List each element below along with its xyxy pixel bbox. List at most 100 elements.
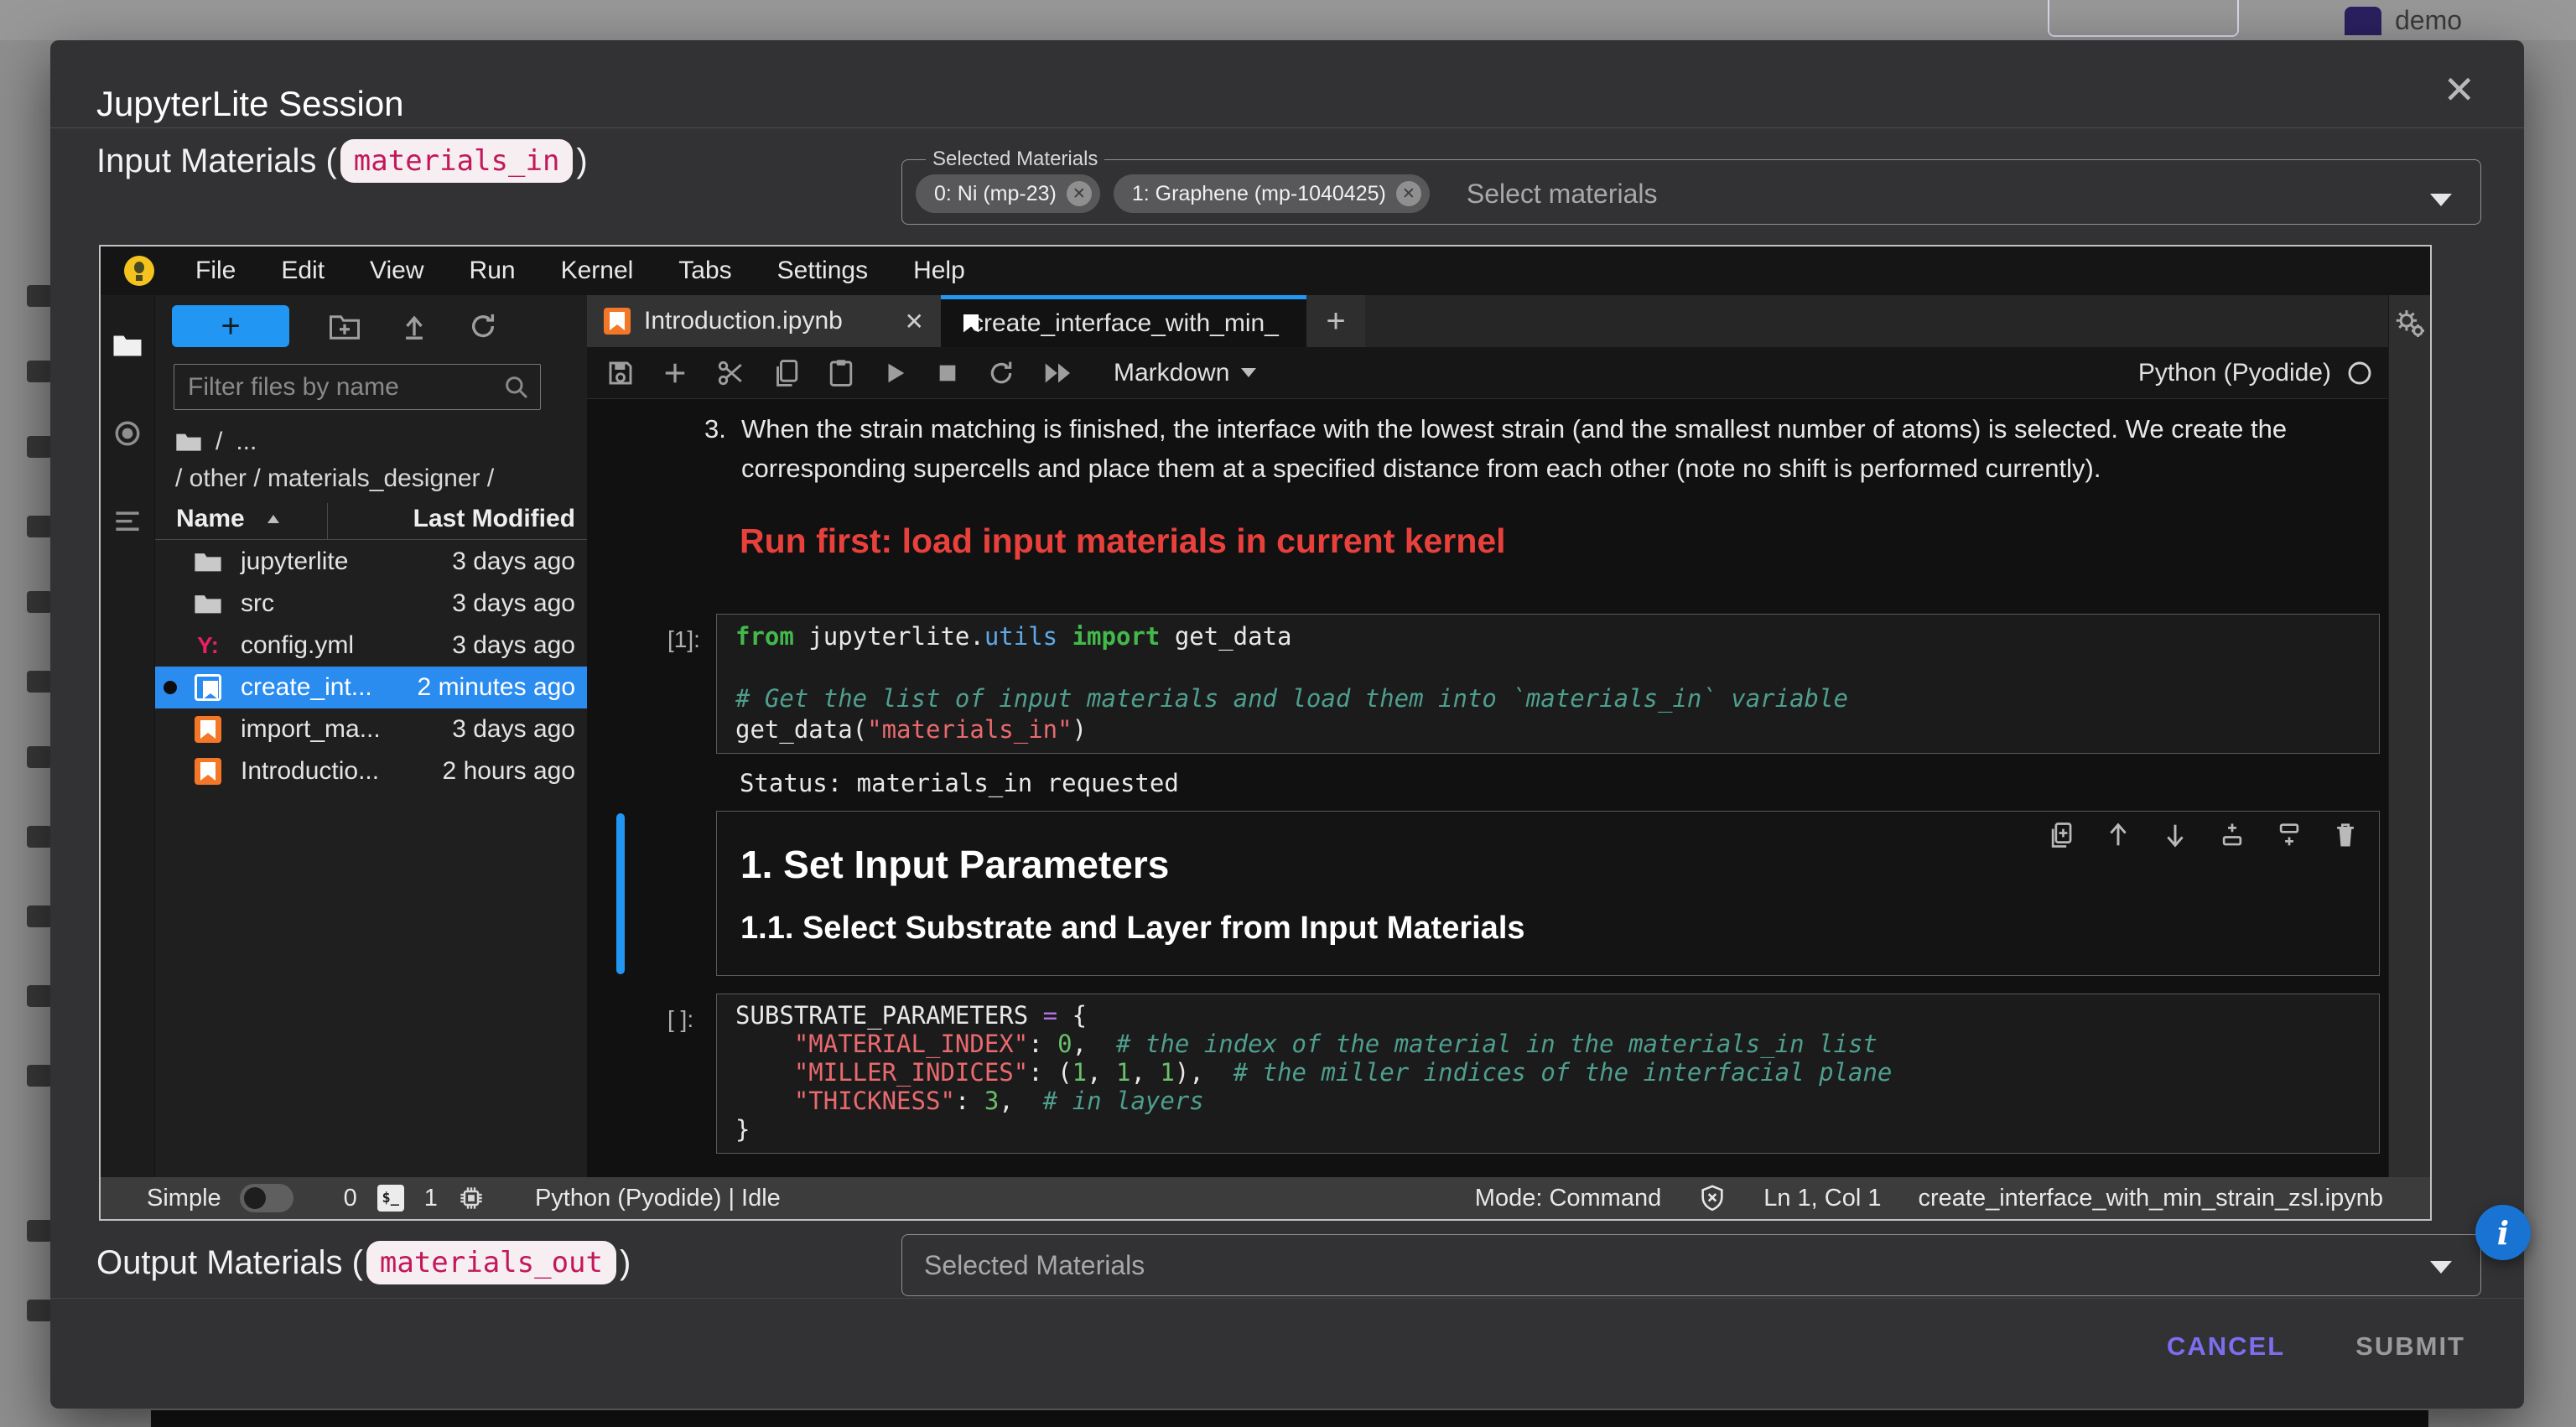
filter-files-input[interactable] [174,365,540,409]
file-name: config.yml [241,631,354,660]
menu-tabs[interactable]: Tabs [656,246,754,295]
kernels-count[interactable]: 1 [424,1185,438,1212]
file-list-header: Name Last Modified [155,503,587,540]
code-token: : [955,1087,984,1115]
file-modified: 2 hours ago [443,757,575,786]
interrupt-kernel-icon[interactable] [936,361,959,385]
yaml-file-icon: Y: [194,632,222,659]
background-sidebar-icon [27,1300,52,1321]
run-cell-icon[interactable] [882,361,907,386]
save-icon[interactable] [607,360,634,387]
chevron-down-icon[interactable] [2430,194,2452,206]
restart-kernel-icon[interactable] [988,360,1015,387]
markdown-list-item[interactable]: 3. When the strain matching is finished,… [704,409,2314,488]
duplicate-cell-icon[interactable] [2049,822,2074,848]
new-launcher-button[interactable]: + [172,305,289,347]
refresh-icon[interactable] [469,312,497,340]
kernel-status-text[interactable]: Python (Pyodide) | Idle [535,1185,781,1212]
home-folder-icon[interactable] [175,431,202,453]
file-row-introduction[interactable]: Introductio... 2 hours ago [155,750,587,792]
breadcrumb-current-path[interactable]: / other / materials_designer / [175,464,494,493]
file-row-create-interface-selected[interactable]: create_int... 2 minutes ago [155,667,587,708]
menu-help[interactable]: Help [891,246,988,295]
breadcrumb-root[interactable]: / [216,428,222,456]
background-sidebar-icon [27,285,52,307]
insert-cell-above-icon[interactable] [2220,822,2245,848]
code-token: : ( [1028,1058,1072,1087]
section-heading-1: 1. Set Input Parameters [740,842,1169,887]
menu-edit[interactable]: Edit [258,246,347,295]
cell1-output: Status: materials_in requested [740,769,1179,797]
table-of-contents-tab-icon[interactable] [101,493,154,552]
file-row-import-material[interactable]: import_ma... 3 days ago [155,708,587,750]
tab-introduction[interactable]: Introduction.ipynb ✕ [587,295,941,347]
menu-view[interactable]: View [347,246,446,295]
running-kernels-tab-icon[interactable] [101,404,154,463]
menu-file[interactable]: File [173,246,258,295]
markdown-cell-selected[interactable]: 1. Set Input Parameters 1.1. Select Subs… [716,811,2380,976]
menu-settings[interactable]: Settings [755,246,891,295]
upload-icon[interactable] [400,312,428,340]
submit-button[interactable]: SUBMIT [2355,1331,2465,1362]
file-row-config-yml[interactable]: Y: config.yml 3 days ago [155,625,587,667]
chevron-down-icon [1241,368,1256,377]
column-name[interactable]: Name [176,505,280,533]
paste-cells-icon[interactable] [828,359,854,387]
cell-type-dropdown[interactable]: Markdown [1114,359,1256,387]
delete-cell-icon[interactable] [2334,822,2357,848]
file-name: src [241,589,274,618]
code-token: : [1028,1030,1057,1058]
background-sidebar-icon [27,1065,52,1087]
output-dropdown-placeholder: Selected Materials [924,1250,1145,1281]
code-cell-2[interactable]: SUBSTRATE_PARAMETERS = { "MATERIAL_INDEX… [716,994,2380,1154]
simple-mode-label: Simple [147,1185,221,1212]
info-button[interactable]: i [2475,1205,2531,1260]
document-tabbar: Introduction.ipynb ✕ create_interface_wi… [587,295,2388,347]
background-sidebar-icon [27,826,52,848]
breadcrumb-ellipsis[interactable]: ... [236,428,257,456]
jupyterlab-menubar: File Edit View Run Kernel Tabs Settings … [101,246,2430,295]
move-cell-down-icon[interactable] [2163,822,2188,848]
chip-remove-icon[interactable]: ✕ [1067,181,1092,206]
file-row-jupyterlite[interactable]: jupyterlite 3 days ago [155,541,587,583]
code-token: get_data( [735,715,867,744]
move-cell-up-icon[interactable] [2106,822,2131,848]
kernel-indicator[interactable]: Python (Pyodide) [2138,359,2388,387]
output-materials-dropdown[interactable]: Selected Materials [901,1234,2481,1296]
restart-run-all-icon[interactable] [1043,361,1073,385]
code-cell-1[interactable]: from jupyterlite.utils import get_data #… [716,614,2380,754]
column-modified[interactable]: Last Modified [413,505,575,533]
cursor-position-indicator[interactable]: Ln 1, Col 1 [1763,1185,1881,1212]
cut-cells-icon[interactable] [716,359,745,387]
file-row-src[interactable]: src 3 days ago [155,583,587,625]
gear-icon[interactable] [2394,307,2426,339]
background-footer-strip [151,1410,2428,1427]
code-token: ) [1072,715,1087,744]
code-operator: = [1043,1001,1057,1030]
insert-cell-below-icon[interactable] [2277,822,2302,848]
chip-remove-icon[interactable]: ✕ [1396,181,1421,206]
close-icon[interactable]: ✕ [2443,70,2475,109]
material-chip[interactable]: 0: Ni (mp-23) ✕ [916,174,1100,213]
code-token: import [1057,622,1160,651]
insert-cell-icon[interactable] [662,361,688,386]
cancel-button[interactable]: CANCEL [2167,1331,2285,1362]
simple-mode-toggle[interactable] [240,1184,293,1212]
kernel-chip-icon [458,1185,485,1212]
new-folder-icon[interactable] [330,313,360,340]
cell-type-value: Markdown [1114,359,1229,387]
selected-materials-field[interactable]: Selected Materials 0: Ni (mp-23) ✕ 1: Gr… [901,148,2481,225]
terminals-count[interactable]: 0 [344,1185,357,1212]
run-first-heading[interactable]: Run first: load input materials in curre… [740,522,1506,561]
file-browser-tab-icon[interactable] [101,315,154,374]
menu-kernel[interactable]: Kernel [538,246,657,295]
copy-cells-icon[interactable] [773,359,800,387]
tab-close-icon[interactable]: ✕ [905,308,924,335]
command-mode-indicator[interactable]: Mode: Command [1475,1185,1661,1212]
material-chip[interactable]: 1: Graphene (mp-1040425) ✕ [1114,174,1430,213]
menu-run[interactable]: Run [447,246,538,295]
not-trusted-shield-icon[interactable] [1698,1184,1727,1212]
tab-create-interface[interactable]: create_interface_with_min_ [941,295,1306,347]
select-materials-placeholder[interactable]: Select materials [1467,179,1658,210]
new-tab-button[interactable]: + [1306,295,1365,347]
